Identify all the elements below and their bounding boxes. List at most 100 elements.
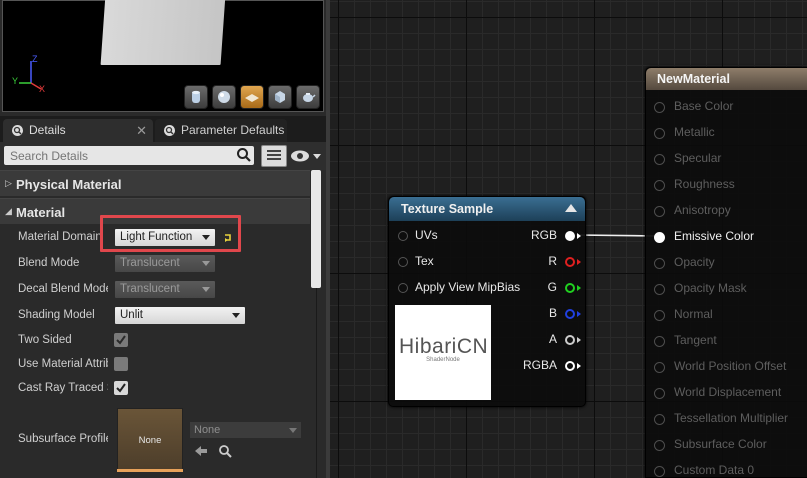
chevron-down-icon [232, 313, 240, 318]
rgba-output-pin[interactable] [565, 361, 575, 371]
subsurface-profile-thumbnail[interactable]: None [117, 408, 183, 472]
node-header[interactable]: NewMaterial [646, 68, 807, 90]
material-input-label: Emissive Color [674, 229, 755, 243]
material-input-label: Base Color [674, 99, 734, 113]
browse-magnifier-icon[interactable] [218, 444, 232, 458]
axis-x-label: X [39, 84, 45, 93]
material-input-pin[interactable] [654, 466, 665, 477]
sphere-icon [218, 91, 230, 103]
uvs-input-pin[interactable] [398, 231, 408, 241]
material-input-pin[interactable] [654, 440, 665, 451]
plane-icon [245, 94, 259, 102]
chevron-down-icon [202, 261, 210, 266]
output-label: RGB [530, 228, 557, 242]
preview-sphere-button[interactable] [212, 85, 236, 109]
property-cast-ray-traced-shadows: Cast Ray Traced Shadows [0, 377, 310, 401]
preview-plane-button[interactable] [240, 85, 264, 109]
material-input-pin[interactable] [654, 258, 665, 269]
tab-parameter-defaults-label: Parameter Defaults [181, 123, 285, 137]
property-shading-model: Shading Model Unlit [0, 304, 310, 328]
use-material-attributes-checkbox[interactable] [114, 357, 128, 371]
search-details-input[interactable] [4, 146, 254, 165]
scrollbar-thumb[interactable] [311, 170, 321, 288]
search-icon[interactable] [236, 147, 252, 163]
material-input-pin[interactable] [654, 362, 665, 373]
pin-arrow-icon [577, 363, 581, 369]
b-output-pin[interactable] [565, 309, 575, 319]
magnifier-icon [12, 125, 23, 136]
tex-input-pin[interactable] [398, 257, 408, 267]
texture-sample-node[interactable]: Texture Sample UVs Tex Apply View MipBia… [388, 196, 586, 407]
preview-teapot-button[interactable] [296, 85, 320, 109]
output-label: B [548, 306, 557, 320]
two-sided-checkbox[interactable] [114, 333, 128, 347]
material-input-pin[interactable] [654, 232, 665, 243]
r-output-pin[interactable] [565, 257, 575, 267]
material-input-pin[interactable] [654, 154, 665, 165]
preview-cylinder-button[interactable] [184, 85, 208, 109]
material-input-pin[interactable] [654, 180, 665, 191]
asset-type-color-bar [117, 469, 183, 472]
property-matrix-button[interactable] [261, 145, 287, 167]
material-input-label: Roughness [674, 177, 735, 191]
material-input-pin[interactable] [654, 414, 665, 425]
tab-details-label: Details [29, 123, 66, 137]
tab-parameter-defaults[interactable]: Parameter Defaults [155, 119, 287, 142]
material-input-label: Subsurface Color [674, 437, 767, 451]
preview-cube-button[interactable] [268, 85, 292, 109]
material-input-pin[interactable] [654, 310, 665, 321]
cast-ray-traced-shadows-checkbox[interactable] [114, 381, 128, 395]
preview-mesh [100, 0, 226, 65]
tab-details[interactable]: Details ✕ [3, 119, 153, 142]
property-label: Two Sided [18, 334, 72, 346]
texture-preview[interactable]: HibariCN ShaderNode [395, 305, 491, 400]
expand-arrow-icon: ▷ [5, 178, 12, 188]
collapse-arrow-icon[interactable] [565, 204, 577, 212]
material-preview-viewport[interactable]: Z Y X [2, 0, 324, 112]
property-label: Use Material Attributes [18, 358, 108, 370]
mipbias-input-pin[interactable] [398, 283, 408, 293]
g-output-pin[interactable] [565, 283, 575, 293]
pin-arrow-icon [577, 337, 581, 343]
blend-mode-dropdown[interactable]: Translucent [114, 254, 216, 273]
dropdown-value: Translucent [120, 283, 180, 295]
highlight-box [100, 215, 241, 252]
input-label: Apply View MipBias [415, 280, 521, 294]
a-output-pin[interactable] [565, 335, 575, 345]
close-icon[interactable]: ✕ [136, 123, 147, 139]
teapot-icon [303, 93, 316, 102]
dropdown-value: Translucent [120, 257, 180, 269]
node-header[interactable]: Texture Sample [389, 197, 585, 221]
property-blend-mode: Blend Mode Translucent [0, 252, 310, 276]
result-material-node[interactable]: NewMaterial Base Color Metallic Specular Ro… [645, 67, 807, 478]
collapse-arrow-icon: ◢ [5, 206, 12, 216]
material-input-pin[interactable] [654, 388, 665, 399]
subsurface-profile-picker[interactable]: None [189, 421, 302, 439]
output-label: G [547, 280, 557, 294]
use-selected-arrow-icon[interactable] [194, 444, 208, 458]
search-row [0, 142, 326, 170]
view-options-button[interactable] [290, 147, 324, 165]
material-input-pin[interactable] [654, 284, 665, 295]
magnifier-icon [164, 125, 175, 136]
material-input-pin[interactable] [654, 102, 665, 113]
material-input-pin[interactable] [654, 336, 665, 347]
material-input-pin[interactable] [654, 206, 665, 217]
pin-arrow-icon [577, 259, 581, 265]
checkmark-icon [116, 335, 126, 345]
shading-model-dropdown[interactable]: Unlit [114, 306, 246, 325]
material-input-label: Anisotropy [674, 203, 731, 217]
details-side-panel: Z Y X Details ✕ Parameter Defaults Searc… [0, 0, 326, 478]
texture-watermark-subtext: ShaderNode [426, 357, 460, 363]
decal-blend-mode-dropdown[interactable]: Translucent [114, 280, 216, 299]
material-input-label: Tangent [674, 333, 717, 347]
picker-value: None [194, 424, 221, 436]
rgb-output-pin[interactable] [565, 231, 575, 241]
output-label: R [548, 254, 557, 268]
property-decal-blend-mode: Decal Blend Mode Translucent [0, 278, 310, 302]
material-input-pin[interactable] [654, 128, 665, 139]
checkmark-icon [116, 383, 126, 393]
category-physical-material[interactable]: ▷ Physical Material [0, 170, 310, 196]
column-divider[interactable] [316, 288, 317, 478]
texture-watermark-text: HibariCN [399, 335, 489, 358]
